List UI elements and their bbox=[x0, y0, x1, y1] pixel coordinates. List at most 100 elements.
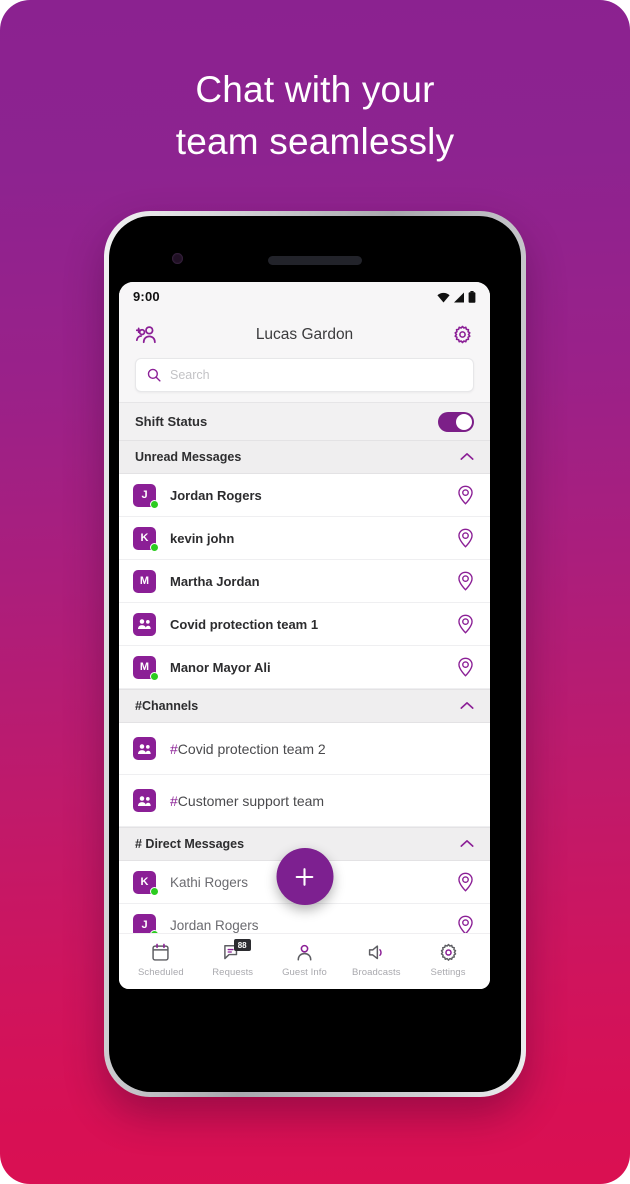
list-item-label: kevin john bbox=[170, 530, 235, 546]
promo-headline: Chat with your team seamlessly bbox=[0, 64, 630, 168]
battery-icon bbox=[468, 290, 476, 303]
speaker-icon bbox=[368, 945, 382, 960]
list-item[interactable]: K kevin john bbox=[119, 517, 490, 560]
search-container: Search bbox=[119, 358, 490, 402]
nav-label: Scheduled bbox=[137, 967, 184, 978]
list-item-label: Covid protection team 1 bbox=[170, 616, 319, 632]
list-item[interactable]: J Jordan Rogers bbox=[119, 904, 490, 933]
app-header: Lucas Gardon bbox=[119, 311, 490, 358]
search-input[interactable]: Search bbox=[135, 358, 474, 392]
add-person-icon[interactable] bbox=[134, 322, 160, 348]
phone-bezel: 9:00 Lucas Gardon Search Shift Status Un… bbox=[109, 216, 521, 1092]
cellular-signal-icon bbox=[454, 292, 464, 302]
online-status-dot bbox=[150, 929, 159, 933]
avatar-initial: K bbox=[140, 876, 149, 888]
chevron-up-icon[interactable] bbox=[460, 697, 474, 715]
avatar-group-icon bbox=[133, 789, 156, 812]
nav-item-scheduled[interactable]: Scheduled bbox=[125, 943, 197, 978]
avatar-initial: M bbox=[139, 575, 150, 587]
add-chat-fab[interactable] bbox=[276, 848, 333, 905]
list-item-label: #Covid protection team 2 bbox=[170, 741, 326, 757]
list-item-label: Kathi Rogers bbox=[170, 874, 249, 890]
search-placeholder: Search bbox=[170, 368, 210, 382]
gear-icon[interactable] bbox=[449, 322, 475, 348]
location-pin-icon[interactable] bbox=[457, 528, 474, 548]
list-item-label: Martha Jordan bbox=[170, 573, 260, 589]
online-status-dot bbox=[150, 542, 159, 552]
calendar-icon bbox=[152, 943, 170, 961]
avatar: K bbox=[133, 526, 159, 552]
nav-item-broadcasts[interactable]: Broadcasts bbox=[340, 943, 412, 978]
status-bar-icons bbox=[437, 290, 476, 303]
avatar-initial: K bbox=[140, 532, 149, 544]
avatar-initial: J bbox=[141, 919, 148, 931]
chevron-up-icon[interactable] bbox=[460, 835, 474, 853]
promo-headline-line1: Chat with your bbox=[195, 69, 435, 110]
location-pin-icon[interactable] bbox=[457, 872, 474, 892]
channel-name: Covid protection team 2 bbox=[177, 740, 326, 757]
shift-status-toggle[interactable] bbox=[438, 411, 474, 432]
toggle-knob bbox=[456, 413, 472, 430]
section-header-unread[interactable]: Unread Messages bbox=[119, 440, 490, 474]
list-item[interactable]: #Covid protection team 2 bbox=[119, 723, 490, 775]
location-pin-icon[interactable] bbox=[457, 571, 474, 591]
gear-icon bbox=[440, 943, 456, 961]
promo-headline-line2: team seamlessly bbox=[175, 121, 455, 162]
page-title: Lucas Gardon bbox=[255, 325, 354, 343]
front-camera-icon bbox=[172, 253, 183, 264]
list-item[interactable]: J Jordan Rogers bbox=[119, 474, 490, 517]
avatar: K bbox=[133, 870, 159, 896]
online-status-dot bbox=[150, 499, 159, 509]
avatar: J bbox=[133, 483, 159, 509]
bottom-navigation: Scheduled 88 Requests Guest Info Broadca… bbox=[119, 933, 490, 989]
location-pin-icon[interactable] bbox=[457, 657, 474, 677]
location-pin-icon[interactable] bbox=[457, 614, 474, 634]
nav-label: Settings bbox=[430, 967, 466, 978]
status-bar-clock: 9:00 bbox=[133, 289, 160, 304]
list-item-label: #Customer support team bbox=[170, 793, 324, 809]
earpiece-speaker bbox=[268, 256, 362, 265]
list-item[interactable]: M Manor Mayor Ali bbox=[119, 646, 490, 689]
list-item[interactable]: Covid protection team 1 bbox=[119, 603, 490, 646]
nav-item-guest-info[interactable]: Guest Info bbox=[269, 943, 341, 978]
shift-status-row[interactable]: Shift Status bbox=[119, 402, 490, 440]
location-pin-icon[interactable] bbox=[457, 915, 474, 933]
hash-prefix: # bbox=[170, 740, 178, 757]
shift-status-label: Shift Status bbox=[135, 414, 208, 429]
plus-icon bbox=[295, 867, 314, 886]
list-item-label: Manor Mayor Ali bbox=[170, 659, 271, 675]
channel-name: Customer support team bbox=[177, 792, 325, 809]
person-icon bbox=[297, 944, 312, 961]
nav-label: Guest Info bbox=[282, 967, 327, 978]
app-screen: 9:00 Lucas Gardon Search Shift Status Un… bbox=[119, 282, 490, 989]
nav-item-requests[interactable]: 88 Requests bbox=[197, 939, 269, 978]
chevron-up-icon[interactable] bbox=[460, 448, 474, 466]
nav-label: Broadcasts bbox=[352, 967, 401, 978]
avatar-initial: J bbox=[141, 489, 148, 501]
avatar: J bbox=[133, 913, 159, 933]
nav-item-settings[interactable]: Settings bbox=[412, 943, 484, 978]
nav-label: Requests bbox=[212, 967, 254, 978]
list-item[interactable]: #Customer support team bbox=[119, 775, 490, 827]
status-bar: 9:00 bbox=[119, 282, 490, 311]
avatar: M bbox=[133, 655, 159, 681]
avatar-group-icon bbox=[133, 737, 156, 760]
list-item[interactable]: M Martha Jordan bbox=[119, 560, 490, 603]
promo-banner: Chat with your team seamlessly 9:00 Luca… bbox=[0, 0, 630, 1184]
wifi-icon bbox=[437, 292, 450, 302]
list-item-label: Jordan Rogers bbox=[170, 487, 262, 503]
section-header-channels[interactable]: #Channels bbox=[119, 689, 490, 723]
location-pin-icon[interactable] bbox=[457, 485, 474, 505]
online-status-dot bbox=[150, 886, 159, 896]
search-icon bbox=[147, 368, 161, 382]
section-title: # Direct Messages bbox=[135, 837, 245, 851]
section-title: Unread Messages bbox=[135, 450, 242, 464]
hash-prefix: # bbox=[170, 792, 178, 809]
list-item-label: Jordan Rogers bbox=[170, 917, 259, 933]
online-status-dot bbox=[150, 671, 159, 681]
requests-badge: 88 bbox=[233, 939, 251, 951]
avatar-initial: M bbox=[139, 661, 150, 673]
avatar-group-icon bbox=[133, 612, 156, 636]
phone-mockup: 9:00 Lucas Gardon Search Shift Status Un… bbox=[104, 211, 526, 1097]
avatar: M bbox=[133, 569, 156, 593]
